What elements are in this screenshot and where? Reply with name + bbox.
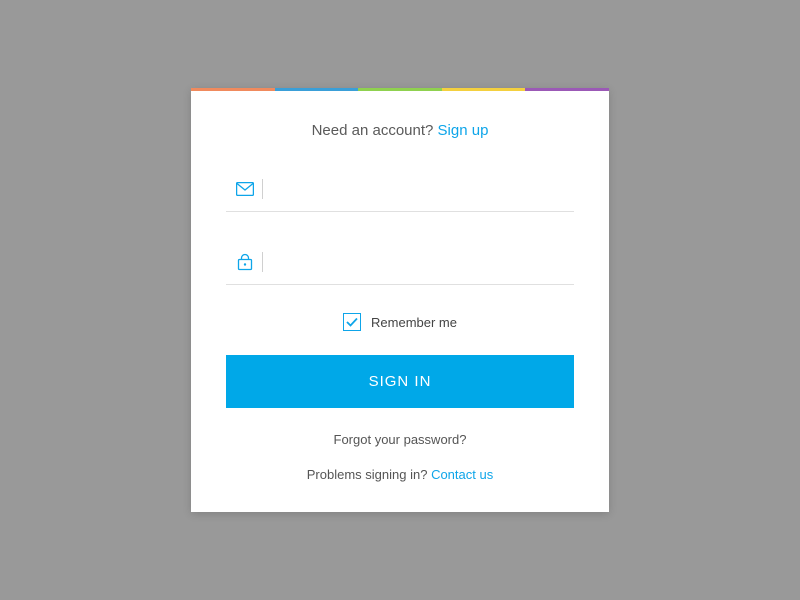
lock-icon: [226, 253, 262, 271]
email-input[interactable]: [277, 181, 574, 197]
input-divider: [262, 179, 263, 199]
contact-us-link[interactable]: Contact us: [431, 467, 493, 482]
signup-link[interactable]: Sign up: [438, 122, 489, 139]
remember-me-row: Remember me: [226, 313, 574, 331]
top-accent-stripe: [191, 88, 609, 91]
email-field-row[interactable]: [226, 167, 574, 212]
forgot-password-link[interactable]: Forgot your password?: [226, 432, 574, 447]
password-input[interactable]: [277, 254, 574, 270]
remember-me-label: Remember me: [371, 315, 457, 330]
problems-prompt: Problems signing in? Contact us: [226, 467, 574, 482]
mail-icon: [226, 182, 262, 196]
signin-card: Need an account? Sign up Reme: [191, 88, 609, 512]
input-divider: [262, 252, 263, 272]
problems-prompt-text: Problems signing in?: [307, 467, 431, 482]
password-field-row[interactable]: [226, 240, 574, 285]
signin-button[interactable]: SIGN IN: [226, 355, 574, 408]
signup-prompt-text: Need an account?: [312, 122, 438, 139]
signup-prompt: Need an account? Sign up: [226, 122, 574, 139]
remember-me-checkbox[interactable]: [343, 313, 361, 331]
